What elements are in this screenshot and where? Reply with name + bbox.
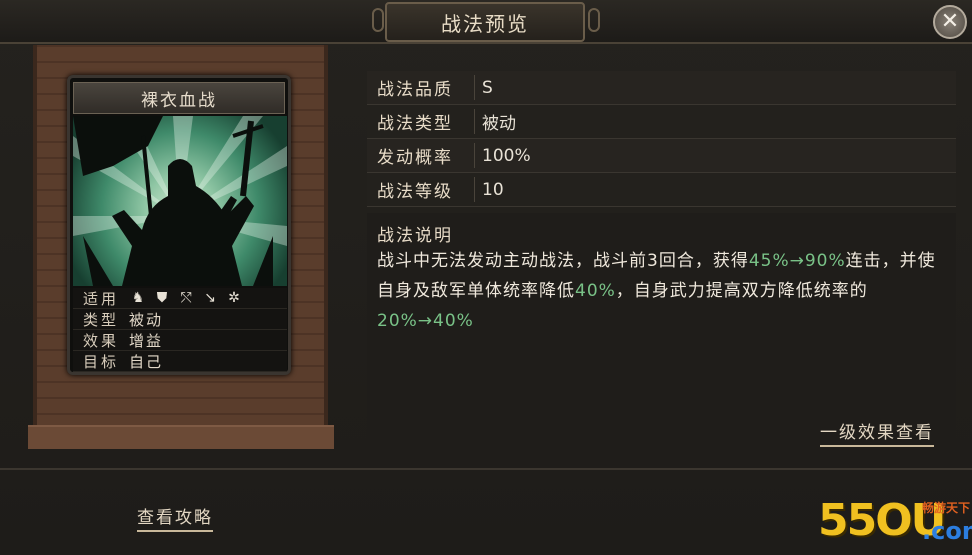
description-heading: 战法说明	[377, 226, 453, 246]
attr-row-quality: 战法品质 S	[367, 71, 956, 105]
info-row-target: 目标 自己	[73, 351, 287, 372]
troop-type-icons: ♞ ⛊ ⤲ ↘ ✲	[129, 290, 243, 306]
attr-row-type: 战法类型 被动	[367, 105, 956, 139]
description-segment: ，自身武力提高双方降低统率的	[615, 281, 868, 301]
spear-icon: ↘	[204, 290, 216, 306]
attr-key: 战法品质	[367, 75, 475, 100]
skill-preview-window: 战法预览 ✕ 裸衣血战 适用 ♞ ⛊ ⤲ ↘ ✲ 类型 被动 效果 增益 目标 …	[0, 0, 972, 555]
window-title: 战法预览	[385, 2, 585, 42]
description-highlight: 45%→90%	[748, 251, 846, 271]
info-row-effect: 效果 增益	[73, 330, 287, 351]
attr-value: 10	[482, 179, 504, 200]
skill-card: 裸衣血战 适用 ♞ ⛊ ⤲ ↘ ✲ 类型 被动 效果 增益 目标 自己	[67, 75, 291, 375]
title-ornament-left	[372, 8, 384, 32]
bow-icon: ⤲	[180, 290, 192, 306]
close-button[interactable]: ✕	[933, 5, 967, 39]
info-value: 自己	[129, 352, 164, 371]
info-value: 增益	[129, 331, 164, 350]
info-key: 适用	[82, 289, 119, 308]
attr-value: S	[482, 77, 493, 98]
info-key: 类型	[82, 310, 119, 329]
info-row-type: 类型 被动	[73, 309, 287, 330]
description-text: 战斗中无法发动主动战法，战斗前3回合，获得45%→90%连击，并使自身及敌军单体…	[377, 246, 952, 336]
attr-value: 100%	[482, 145, 531, 166]
title-ornament-right	[588, 8, 600, 32]
skill-name: 裸衣血战	[73, 82, 285, 114]
effect-view-link[interactable]: 一级效果查看	[820, 418, 934, 447]
attr-row-trigger-rate: 发动概率 100%	[367, 139, 956, 173]
guide-link[interactable]: 查看攻略	[137, 503, 213, 532]
attr-key: 战法等级	[367, 177, 475, 202]
watermark-site-name: 畅游天下	[922, 501, 971, 515]
skill-info-table: 适用 ♞ ⛊ ⤲ ↘ ✲ 类型 被动 效果 增益 目标 自己	[73, 288, 287, 372]
watermark-domain: .com	[922, 517, 972, 545]
attr-key: 发动概率	[367, 143, 475, 168]
skill-attributes: 战法品质 S 战法类型 被动 发动概率 100% 战法等级 10	[367, 71, 956, 207]
skill-description-panel: 战法说明 战斗中无法发动主动战法，战斗前3回合，获得45%→90%连击，并使自身…	[367, 213, 956, 453]
info-row-applicable: 适用 ♞ ⛊ ⤲ ↘ ✲	[73, 288, 287, 309]
info-key: 效果	[82, 331, 119, 350]
chariot-icon: ✲	[228, 290, 240, 306]
description-segment: 战斗中无法发动主动战法，战斗前3回合，获得	[377, 251, 749, 271]
info-key: 目标	[82, 352, 119, 371]
skill-illustration	[73, 116, 287, 286]
info-value: 被动	[129, 310, 164, 329]
warrior-silhouette-image	[73, 116, 287, 286]
attr-key: 战法类型	[367, 109, 475, 134]
site-watermark-logo: 55OU 畅游天下 .com	[818, 493, 972, 553]
description-highlight: 20%→40%	[377, 311, 474, 331]
shield-icon: ⛊	[156, 290, 168, 306]
description-highlight: 40%	[575, 281, 616, 301]
divider	[0, 468, 972, 470]
scroll-base	[28, 425, 334, 449]
attr-row-level: 战法等级 10	[367, 173, 956, 207]
attr-value: 被动	[482, 114, 516, 134]
cavalry-icon: ♞	[131, 290, 145, 306]
